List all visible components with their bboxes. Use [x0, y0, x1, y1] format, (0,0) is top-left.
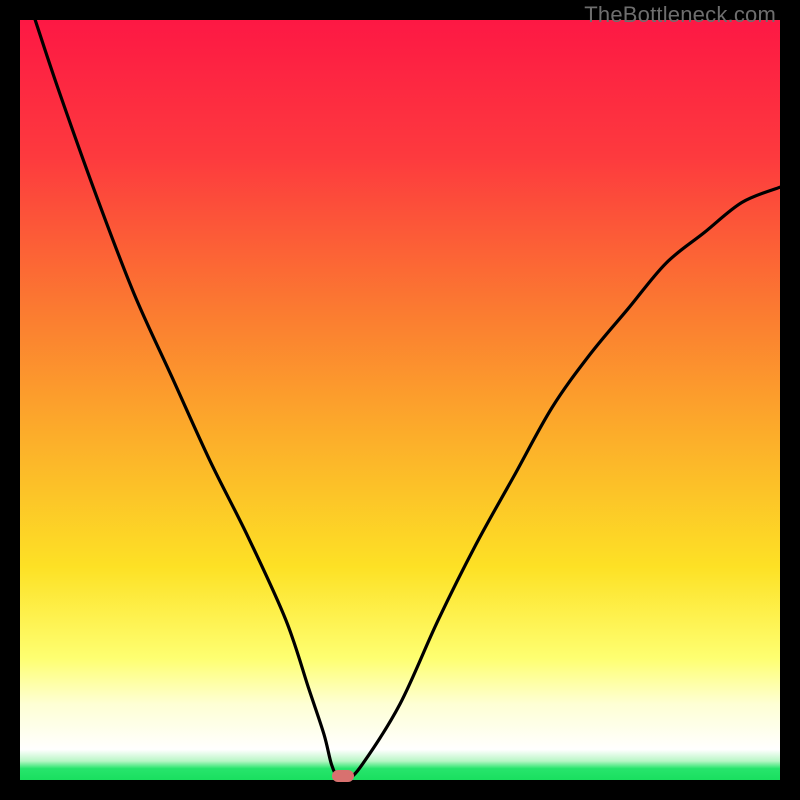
- watermark-text: TheBottleneck.com: [584, 2, 776, 28]
- chart-frame: [20, 20, 780, 780]
- gradient-background: [20, 20, 780, 780]
- bottleneck-plot: [20, 20, 780, 780]
- minimum-marker: [332, 770, 354, 782]
